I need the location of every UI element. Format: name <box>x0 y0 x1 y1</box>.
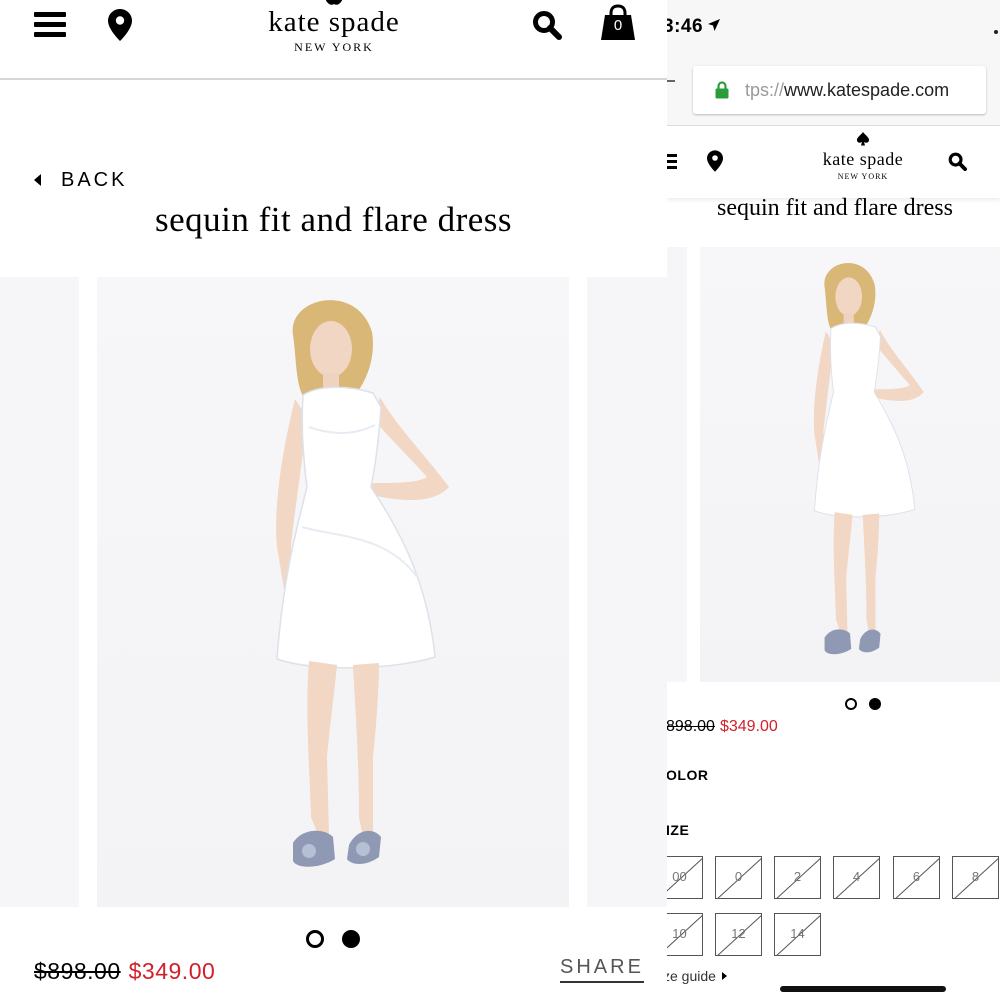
product-image <box>700 247 1000 682</box>
size-option[interactable]: 12 <box>715 913 762 956</box>
site-logo[interactable]: kate spade NEW YORK <box>803 132 923 188</box>
site-logo[interactable]: kate spade NEW YORK <box>234 0 434 62</box>
carousel-dot-1[interactable] <box>306 930 324 948</box>
price-sale: $349.00 <box>719 718 778 735</box>
caret-right-icon <box>721 972 727 980</box>
carousel-dots <box>845 698 881 710</box>
search-icon[interactable] <box>948 152 967 171</box>
size-option[interactable]: 14 <box>774 913 821 956</box>
cart-count: 0 <box>613 17 623 34</box>
back-caret-icon <box>34 174 41 186</box>
price-original: $898.00 <box>34 958 121 984</box>
back-label: BACK <box>61 168 128 191</box>
price-original: 898.00 <box>667 718 715 735</box>
size-option[interactable]: 4 <box>833 856 880 899</box>
home-indicator[interactable] <box>780 986 946 992</box>
url-domain: www.katespade.com <box>784 79 950 100</box>
prev-slide-peek[interactable] <box>667 247 687 682</box>
size-option-label: 8 <box>971 869 980 884</box>
status-bar: 3:46 <box>667 0 1000 56</box>
product-carousel[interactable] <box>0 277 667 907</box>
site-header: kate spade NEW YORK 0 <box>0 0 667 80</box>
logo-city: NEW YORK <box>837 172 889 181</box>
size-option[interactable]: 6 <box>893 856 940 899</box>
carousel-dot-2[interactable] <box>869 698 881 710</box>
size-option-label: 0 <box>734 869 743 884</box>
prev-slide-peek[interactable] <box>0 277 79 907</box>
shopping-bag-icon[interactable]: 0 <box>600 4 636 42</box>
size-option-label: 10 <box>672 926 687 941</box>
logo-brand: kate spade <box>268 6 400 38</box>
size-guide-label: ze guide <box>667 968 716 984</box>
size-option-label: 4 <box>852 869 861 884</box>
back-link[interactable]: BACK <box>34 168 127 192</box>
size-option-label: 14 <box>790 926 805 941</box>
size-guide-link[interactable]: ze guide <box>667 968 727 984</box>
carousel-dot-1[interactable] <box>845 698 857 710</box>
status-signal-dot <box>994 30 998 34</box>
price-sale: $349.00 <box>128 958 216 984</box>
size-option[interactable]: 10 <box>667 913 703 956</box>
spade-icon <box>325 0 343 5</box>
product-image <box>97 277 569 907</box>
left-screenshot-panel: kate spade NEW YORK 0 BACK sequin fit an… <box>0 0 667 1000</box>
product-title: sequin fit and flare dress <box>717 195 953 221</box>
price-row: 898.00 $349.00 <box>667 718 778 736</box>
address-bar[interactable]: tps://www.katespade.com <box>693 66 986 114</box>
size-option-label: 00 <box>672 869 687 884</box>
carousel-dot-2[interactable] <box>342 930 360 948</box>
search-icon[interactable] <box>532 10 562 40</box>
spade-icon <box>857 132 869 146</box>
share-button[interactable]: SHARE <box>560 956 644 983</box>
location-pin-icon[interactable] <box>108 9 132 41</box>
lock-icon <box>715 81 729 99</box>
hamburger-icon[interactable] <box>34 12 66 38</box>
color-label: OLOR <box>667 767 709 783</box>
product-title: sequin fit and flare dress <box>154 200 513 239</box>
browser-toolbar: tps://www.katespade.com <box>667 56 1000 126</box>
size-option[interactable]: 2 <box>774 856 821 899</box>
model-figure <box>276 300 449 867</box>
size-label: IZE <box>667 822 690 838</box>
size-option[interactable]: 00 <box>667 856 703 899</box>
size-option-label: 6 <box>912 869 921 884</box>
size-option-label: 12 <box>731 926 746 941</box>
price-row: $898.00 $349.00 <box>34 958 215 985</box>
model-figure <box>813 262 924 655</box>
location-pin-icon[interactable] <box>707 150 723 172</box>
size-option[interactable]: 8 <box>952 856 999 899</box>
hamburger-icon[interactable] <box>667 154 677 170</box>
location-arrow-icon <box>708 19 720 31</box>
size-option-label: 2 <box>793 869 802 884</box>
url-text: tps://www.katespade.com <box>745 80 949 101</box>
right-screenshot-panel: 3:46 tps://www.katespade.com kate spade … <box>667 0 1000 1000</box>
next-slide-peek[interactable] <box>587 277 667 907</box>
carousel-dots <box>306 930 360 948</box>
url-scheme: tps:// <box>745 79 785 100</box>
size-option[interactable]: 0 <box>715 856 762 899</box>
mobile-site-header: kate spade NEW YORK <box>667 126 1000 198</box>
status-time: 3:46 <box>667 16 704 37</box>
logo-brand: kate spade <box>822 149 904 169</box>
logo-city: NEW YORK <box>294 40 374 54</box>
browser-back-icon[interactable] <box>667 80 675 82</box>
